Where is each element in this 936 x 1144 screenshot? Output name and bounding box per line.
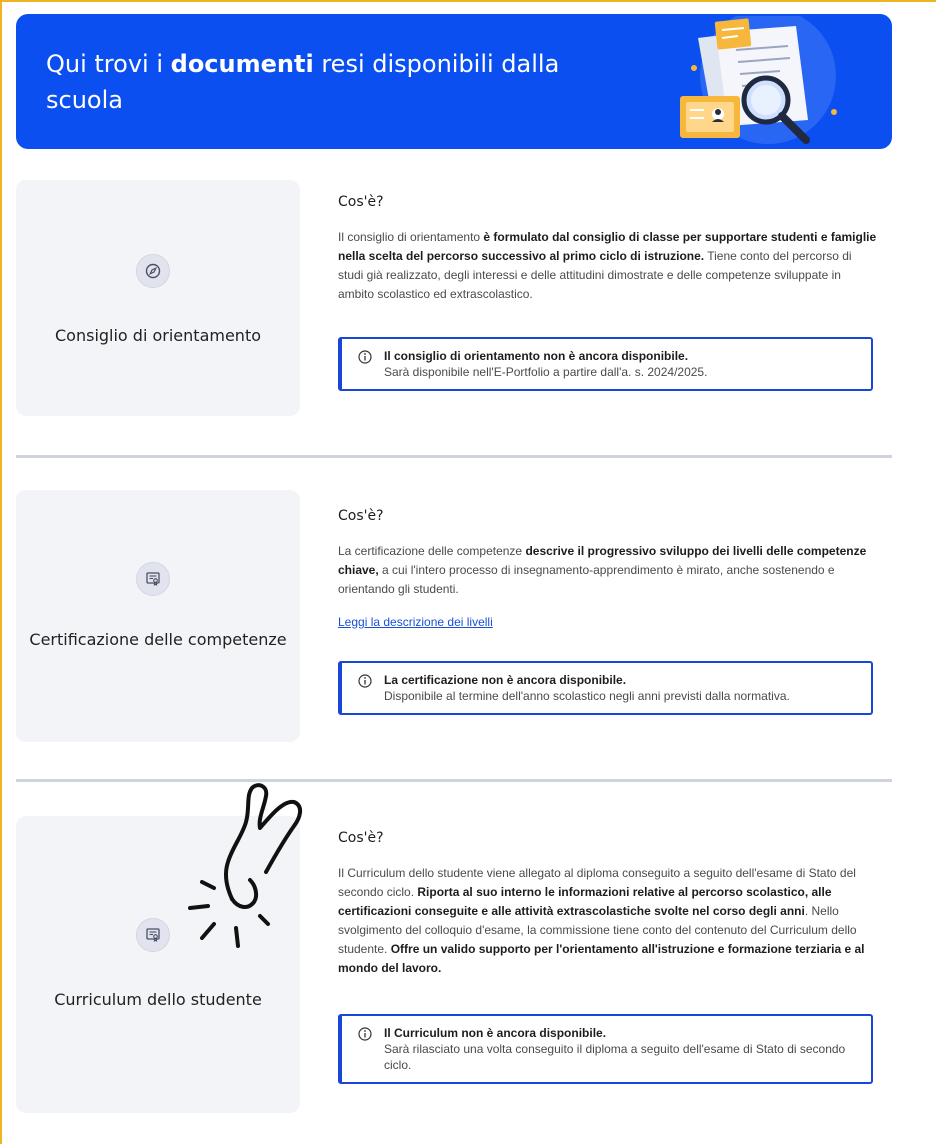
question-heading: Cos'è? [338,508,384,524]
section-content: Cos'è? Il Curriculum dello studente vien… [338,830,878,978]
notice-box: Il consiglio di orientamento non è ancor… [338,337,873,391]
card-title: Consiglio di orientamento [55,326,261,345]
header-banner: Qui trovi i documenti resi disponibili d… [16,14,892,149]
info-icon [358,350,372,364]
question-heading: Cos'è? [338,194,384,210]
tap-gesture-icon [188,783,302,948]
card-title: Curriculum dello studente [54,990,262,1009]
description: La certificazione delle competenze descr… [338,544,867,596]
levels-description-link[interactable]: Leggi la descrizione dei livelli [338,615,493,629]
certificate-icon [136,562,170,596]
section-divider [16,455,892,458]
section-consiglio: Consiglio di orientamento Cos'è? Il cons… [16,180,892,420]
notice-title: Il Curriculum non è ancora disponibile. [384,1026,607,1040]
description: Il consiglio di orientamento è formulato… [338,230,877,301]
card-title: Certificazione delle competenze [29,630,287,649]
section-content: Cos'è? Il consiglio di orientamento è fo… [338,194,878,304]
card-certificazione[interactable]: Certificazione delle competenze [16,490,300,742]
banner-title: Qui trovi i documenti resi disponibili d… [46,50,560,114]
section-divider [16,779,892,782]
section-certificazione: Certificazione delle competenze Cos'è? L… [16,490,892,746]
notice-box: Il Curriculum non è ancora disponibile. … [338,1014,873,1084]
section-curriculum: Curriculum dello studente Cos'è? Il Curr… [16,816,892,1116]
notice-subtitle: Disponibile al termine dell'anno scolast… [384,689,790,703]
notice-box: La certificazione non è ancora disponibi… [338,661,873,715]
card-consiglio[interactable]: Consiglio di orientamento [16,180,300,416]
compass-icon [136,254,170,288]
info-icon [358,1027,372,1041]
documents-illustration-icon [680,16,837,144]
notice-subtitle: Sarà disponibile nell'E-Portfolio a part… [384,365,708,379]
certificate-icon [136,918,170,952]
question-heading: Cos'è? [338,830,384,846]
notice-title: La certificazione non è ancora disponibi… [384,673,627,687]
description: Il Curriculum dello studente viene alleg… [338,866,865,975]
info-icon [358,674,372,688]
section-content: Cos'è? La certificazione delle competenz… [338,508,878,631]
notice-subtitle: Sarà rilasciato una volta conseguito il … [384,1042,846,1072]
notice-title: Il consiglio di orientamento non è ancor… [384,349,689,363]
